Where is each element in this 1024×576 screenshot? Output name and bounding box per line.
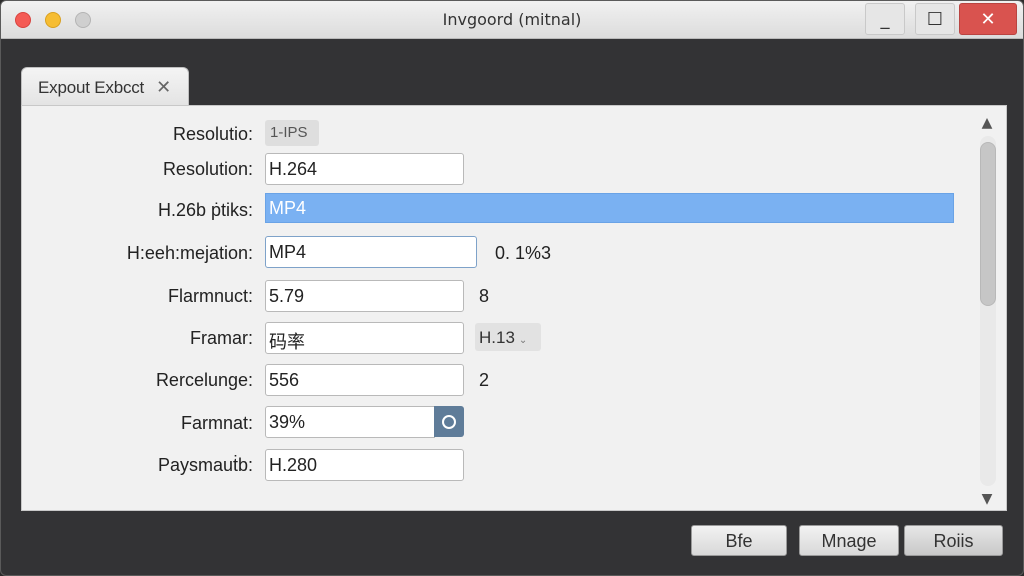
label-heeh-mejation: H:eeh:mejation:: [126, 243, 253, 263]
label-h26b-options: H.26b ṗtiks:: [157, 200, 253, 220]
paysmautb-field[interactable]: H.280: [265, 449, 464, 481]
label-framar: Framar:: [190, 328, 253, 348]
framerate-field[interactable]: 5.79: [265, 280, 464, 312]
rercelunge-extra-value: 2: [479, 370, 490, 390]
maximize-button[interactable]: ☐: [915, 3, 955, 35]
close-button[interactable]: ✕: [959, 3, 1017, 35]
tab-close-icon[interactable]: ✕: [156, 77, 171, 98]
label-rercelunge: Rercelunge:: [155, 370, 253, 390]
label-resolution-0: Resolutio:: [172, 124, 253, 144]
rercelunge-field[interactable]: 556: [265, 364, 464, 396]
manage-button[interactable]: Mnage: [799, 525, 899, 556]
minimize-button[interactable]: _: [865, 3, 905, 35]
footer-button-1[interactable]: Bfe: [691, 525, 787, 556]
container-field[interactable]: MP4: [265, 236, 477, 268]
label-resolution: Resolution:: [162, 159, 253, 179]
vertical-scrollbar[interactable]: ▲ ▼: [978, 112, 996, 508]
quality-field[interactable]: 39%: [265, 406, 435, 438]
quality-stepper-button[interactable]: [434, 406, 464, 437]
tab-export[interactable]: Expout Exbcct ✕: [21, 67, 189, 107]
circle-icon: [442, 414, 456, 429]
title-bar: Invgoord (mitnal) _ ☐ ✕: [1, 1, 1023, 39]
codec-dropdown[interactable]: H.13 ⌄: [475, 323, 541, 351]
label-paysmautb: Paysmauṫb:: [157, 455, 253, 475]
label-flarmnuct: Flarmnuct:: [167, 286, 253, 306]
ips-chip[interactable]: 1-IPS: [265, 120, 319, 146]
format-list-item-selected[interactable]: MP4: [265, 193, 954, 223]
resolution-field[interactable]: H.264: [265, 153, 464, 185]
scroll-down-icon[interactable]: ▼: [978, 490, 996, 508]
footer-button-3[interactable]: Roiis: [904, 525, 1003, 556]
framerate-extra-value: 8: [479, 286, 490, 306]
container-extra-value: 0. 1%3: [495, 243, 552, 263]
bitrate-field[interactable]: 码率: [265, 322, 464, 354]
scroll-thumb[interactable]: [980, 142, 996, 306]
tab-label: Expout Exbcct: [38, 77, 145, 97]
scroll-up-icon[interactable]: ▲: [978, 114, 996, 132]
codec-dropdown-value: H.13: [479, 328, 515, 347]
label-farmnat: Farmnat:: [180, 413, 253, 433]
chevron-down-icon: ⌄: [518, 335, 528, 346]
app-window: Invgoord (mitnal) _ ☐ ✕ Expout Exbcct ✕ …: [0, 0, 1024, 576]
